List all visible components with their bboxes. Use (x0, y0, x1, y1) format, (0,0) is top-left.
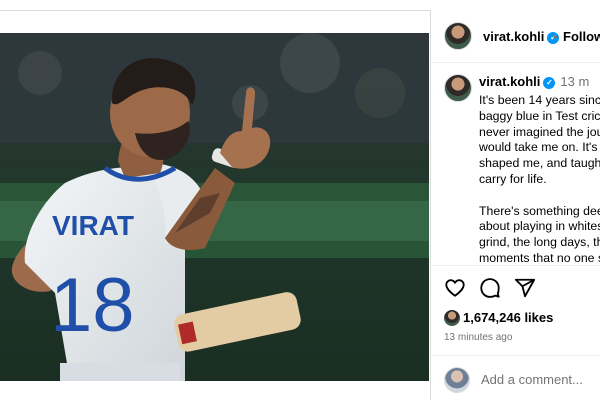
caption-time: 13 m (560, 74, 590, 89)
author-avatar[interactable] (444, 22, 472, 50)
comment-input[interactable] (481, 368, 596, 390)
heart-icon[interactable] (444, 277, 466, 299)
caption-avatar[interactable] (444, 74, 472, 102)
likes-row: 1,674,246 likes (444, 309, 553, 327)
follow-button[interactable]: Follow (563, 29, 600, 44)
share-icon[interactable] (514, 277, 536, 299)
jersey-name: VIRAT (52, 210, 134, 241)
verified-badge-icon: ✓ (543, 77, 556, 89)
comment-icon[interactable] (479, 277, 501, 299)
likes-count[interactable]: 1,674,246 likes (463, 310, 553, 325)
cricketer-photo: VIRAT 18 (0, 33, 429, 381)
author-username[interactable]: virat.kohli ✓ (483, 29, 560, 44)
caption-section: virat.kohli✓ 13 m It's been 14 years sinc… (431, 63, 600, 265)
actions-section: 1,674,246 likes 13 minutes ago (431, 265, 600, 400)
username-text[interactable]: virat.kohli (483, 29, 544, 44)
current-user-avatar (444, 367, 470, 393)
liker-avatar[interactable] (444, 309, 460, 326)
post-photo[interactable]: VIRAT 18 (0, 33, 429, 381)
caption-header: virat.kohli ✓ 13 m (479, 74, 589, 89)
jersey-number: 18 (50, 263, 135, 348)
post-header: virat.kohli✓ • Follow (431, 10, 600, 63)
post-timestamp[interactable]: 13 minutes ago (444, 332, 512, 343)
separator-dot: • (553, 29, 558, 44)
caption-text: It's been 14 years since I first wore th… (479, 93, 600, 265)
post-side-panel: virat.kohli✓ • Follow virat.kohli✓13 m I… (430, 10, 600, 400)
caption-username[interactable]: virat.kohli (479, 74, 540, 89)
comment-composer (431, 355, 600, 400)
